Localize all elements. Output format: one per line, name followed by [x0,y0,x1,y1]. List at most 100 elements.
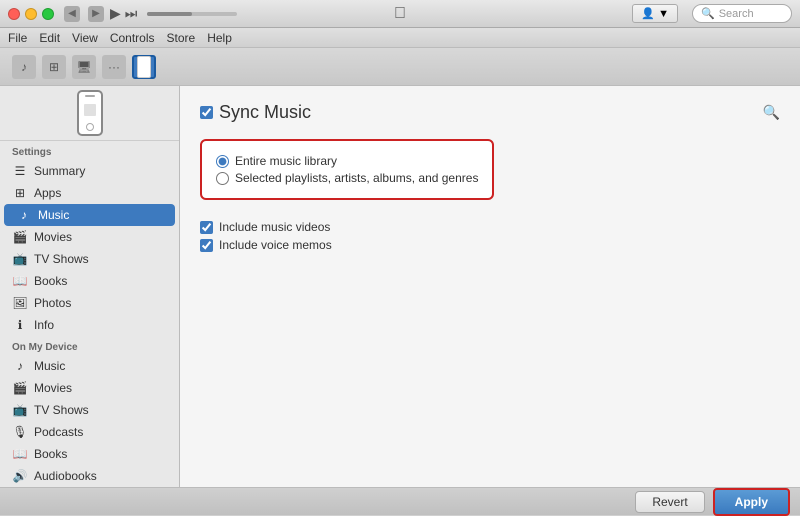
sidebar-device [0,86,179,141]
content-search-icon: 🔍 [763,104,780,121]
toolbar-grid-icon[interactable]: ⊞ [42,55,66,79]
d-audiobooks-icon: 🔊 [12,469,28,483]
summary-label: Summary [34,164,85,178]
sidebar-item-tvshows[interactable]: 📺 TV Shows [0,248,179,270]
d-podcasts-icon: 🎙 [12,425,28,439]
d-music-icon: ♪ [12,359,28,373]
d-movies-icon: 🎬 [12,381,28,395]
d-tvshows-icon: 📺 [12,403,28,417]
photos-icon: 🖼 [12,296,28,310]
sync-music-checkbox[interactable] [200,106,213,119]
checkbox-music-videos[interactable]: Include music videos [200,220,780,234]
toolbar-music-icon[interactable]: ♪ [12,55,36,79]
apply-button[interactable]: Apply [713,488,790,516]
menu-view[interactable]: View [72,31,98,45]
iphone-screen [84,104,96,116]
toolbar: ♪ ⊞ 🖥 ··· [0,48,800,86]
iphone-graphic [77,90,103,136]
books-label: Books [34,274,67,288]
search-box[interactable]: 🔍 Search [692,4,792,23]
d-tvshows-label: TV Shows [34,403,89,417]
checkbox-voice-input[interactable] [200,239,213,252]
checkbox-voice-memos[interactable]: Include voice memos [200,238,780,252]
checkboxes-area: Include music videos Include voice memos [200,220,780,252]
iphone-home [86,123,94,131]
account-button[interactable]: 👤 ▼ [632,4,678,23]
movies-label: Movies [34,230,72,244]
close-button[interactable] [8,8,20,20]
toolbar-more-icon[interactable]: ··· [102,55,126,79]
checkbox-videos-input[interactable] [200,221,213,234]
options-box: Entire music library Selected playlists,… [200,139,494,200]
sidebar-item-d-podcasts[interactable]: 🎙 Podcasts [0,421,179,443]
content-area: Sync Music 🔍 Entire music library Select… [180,86,800,487]
music-label: Music [38,208,69,222]
account-icon: 👤 [641,7,655,20]
toolbar-display-icon[interactable]: 🖥 [72,55,96,79]
sidebar-item-d-movies[interactable]: 🎬 Movies [0,377,179,399]
sidebar-item-d-music[interactable]: ♪ Music [0,355,179,377]
sidebar-item-movies[interactable]: 🎬 Movies [0,226,179,248]
d-music-label: Music [34,359,65,373]
apple-logo:  [394,5,406,23]
summary-icon: ☰ [12,164,28,178]
d-books-label: Books [34,447,67,461]
tvshows-label: TV Shows [34,252,89,266]
photos-label: Photos [34,296,71,310]
checkbox-videos-label: Include music videos [219,220,330,234]
sidebar-item-d-audiobooks[interactable]: 🔊 Audiobooks [0,465,179,487]
sidebar-item-apps[interactable]: ⊞ Apps [0,182,179,204]
search-icon: 🔍 [701,7,715,20]
books-icon: 📖 [12,274,28,288]
sidebar-item-music[interactable]: ♪ Music [4,204,175,226]
settings-section-label: Settings [0,141,179,160]
menu-bar: File Edit View Controls Store Help [0,28,800,48]
radio-selected[interactable]: Selected playlists, artists, albums, and… [216,171,478,185]
radio-entire-library[interactable]: Entire music library [216,154,478,168]
apps-label: Apps [34,186,61,200]
toolbar-iphone-icon[interactable] [132,55,156,79]
info-icon: ℹ [12,318,28,332]
iphone-speaker [85,95,95,97]
sidebar: Settings ☰ Summary ⊞ Apps ♪ Music 🎬 Movi… [0,86,180,487]
progress-bar [147,12,237,16]
sync-music-title[interactable]: Sync Music [219,102,311,123]
sidebar-item-d-books[interactable]: 📖 Books [0,443,179,465]
search-placeholder: Search [719,8,754,20]
main-layout: Settings ☰ Summary ⊞ Apps ♪ Music 🎬 Movi… [0,86,800,487]
bottom-bar: Revert Apply [0,487,800,515]
transport-controls: ◀ ▶ ▶ ⏭ [62,5,243,22]
back-button[interactable]: ◀ [64,6,80,22]
maximize-button[interactable] [42,8,54,20]
progress-fill [147,12,192,16]
tvshows-icon: 📺 [12,252,28,266]
forward-button[interactable]: ▶ [88,6,104,22]
checkbox-voice-label: Include voice memos [219,238,332,252]
radio-selected-label: Selected playlists, artists, albums, and… [235,171,478,185]
sidebar-item-books[interactable]: 📖 Books [0,270,179,292]
menu-file[interactable]: File [8,31,27,45]
info-label: Info [34,318,54,332]
revert-button[interactable]: Revert [635,491,704,513]
menu-controls[interactable]: Controls [110,31,155,45]
radio-entire-input[interactable] [216,155,229,168]
sidebar-item-d-tvshows[interactable]: 📺 TV Shows [0,399,179,421]
on-my-device-section-label: On My Device [0,336,179,355]
music-icon: ♪ [16,208,32,222]
menu-edit[interactable]: Edit [39,31,60,45]
sidebar-item-photos[interactable]: 🖼 Photos [0,292,179,314]
menu-store[interactable]: Store [167,31,196,45]
skip-button[interactable]: ⏭ [125,5,138,22]
radio-selected-input[interactable] [216,172,229,185]
window-controls [8,8,54,20]
play-button[interactable]: ▶ [110,5,121,22]
d-podcasts-label: Podcasts [34,425,83,439]
sidebar-item-summary[interactable]: ☰ Summary [0,160,179,182]
sidebar-item-info[interactable]: ℹ Info [0,314,179,336]
minimize-button[interactable] [25,8,37,20]
sync-header: Sync Music 🔍 [200,102,780,123]
menu-help[interactable]: Help [207,31,232,45]
radio-entire-label: Entire music library [235,154,337,168]
title-bar: ◀ ▶ ▶ ⏭  👤 ▼ 🔍 Search [0,0,800,28]
d-movies-label: Movies [34,381,72,395]
